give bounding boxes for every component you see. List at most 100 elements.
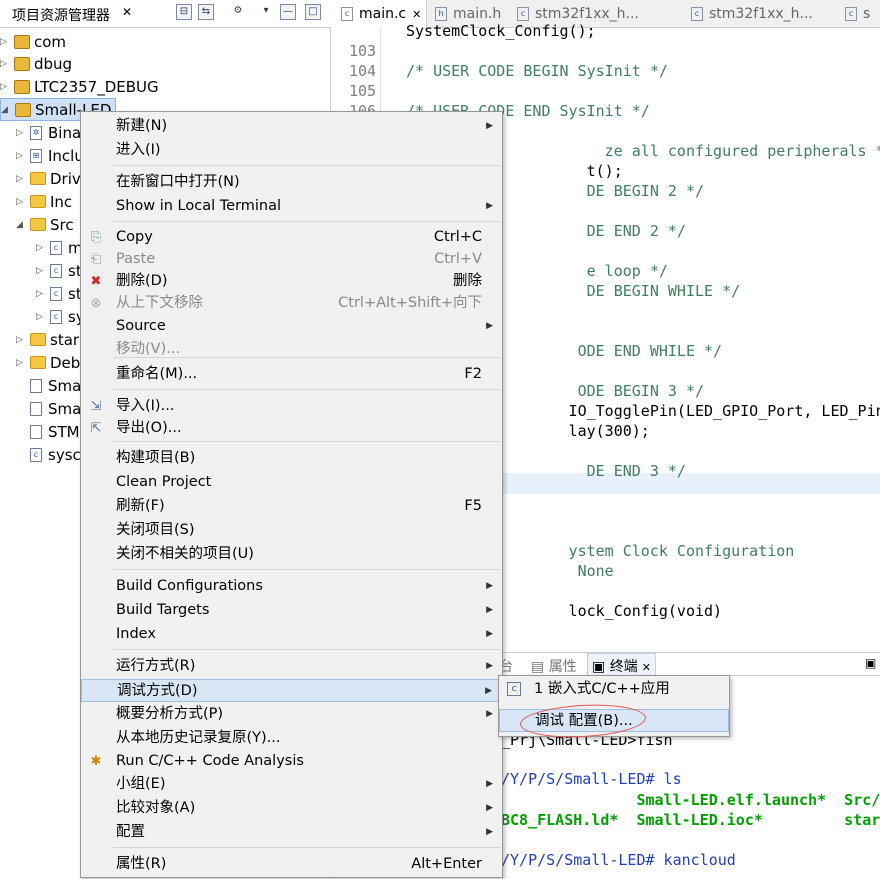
- menu-separator: [113, 847, 501, 848]
- menu-item-label: 重命名(M)...: [116, 366, 198, 382]
- tree-item-includes[interactable]: ▷ ⊞ Inclu: [16, 144, 84, 167]
- menu-item-build-configurations[interactable]: Build Configurations ▶: [81, 575, 502, 598]
- close-icon[interactable]: ✕: [122, 5, 132, 19]
- expand-arrow-icon[interactable]: ▷: [0, 37, 10, 47]
- explorer-tab[interactable]: 项目资源管理器 ✕ ⊟ ⇆ ⚙ ▾ — □: [0, 0, 331, 28]
- binaries-icon: ✲: [30, 125, 42, 140]
- menu-item-compare-with[interactable]: 比较对象(A) ▶: [81, 797, 502, 820]
- menu-item-copy[interactable]: ⎘ Copy Ctrl+C: [81, 226, 502, 249]
- menu-item-label: Source: [116, 318, 166, 334]
- menu-item-clean-project[interactable]: Clean Project: [81, 471, 502, 494]
- close-icon[interactable]: ✕: [642, 661, 651, 674]
- menu-item-show-in-local-terminal[interactable]: Show in Local Terminal ▶: [81, 195, 502, 218]
- tree-item-startup[interactable]: ▷ star: [16, 328, 79, 351]
- tree-item-ltc2357[interactable]: ▷ LTC2357_DEBUG: [0, 75, 159, 98]
- collapse-arrow-icon[interactable]: ◢: [1, 105, 11, 115]
- tree-item-inc[interactable]: ▷ Inc: [16, 190, 72, 213]
- tree-item-file[interactable]: STM: [30, 420, 80, 443]
- menu-item-refresh[interactable]: 刷新(F) F5: [81, 495, 502, 518]
- expand-arrow-icon[interactable]: ▷: [36, 312, 46, 322]
- menu-separator: [113, 389, 501, 390]
- tab-stm32-2[interactable]: c stm32f1xx_h...: [687, 0, 842, 28]
- expand-arrow-icon[interactable]: ▷: [16, 151, 26, 161]
- h-file-icon: h: [435, 7, 447, 21]
- menu-item-import[interactable]: ⇲ 导入(I)...: [81, 395, 502, 418]
- menu-item-source[interactable]: Source ▶: [81, 315, 502, 338]
- menu-item-shortcut: F5: [464, 498, 482, 514]
- tree-item-dbug[interactable]: ▷ dbug: [0, 52, 72, 75]
- tab-more[interactable]: cs: [841, 0, 880, 28]
- menu-item-build-targets[interactable]: Build Targets ▶: [81, 599, 502, 622]
- menu-item-go-into[interactable]: 进入(I): [81, 139, 502, 162]
- menu-item-run-code-analysis[interactable]: ✱ Run C/C++ Code Analysis: [81, 750, 502, 773]
- collapse-all-icon[interactable]: ⊟: [176, 4, 192, 20]
- menu-item-close-project[interactable]: 关闭项目(S): [81, 519, 502, 542]
- menu-item-build-project[interactable]: 构建项目(B): [81, 447, 502, 470]
- line-number: 104: [349, 62, 377, 80]
- menu-item-debug-as[interactable]: 调试方式(D) ▶: [81, 679, 502, 702]
- menu-item-shortcut: Ctrl+V: [434, 251, 482, 267]
- menu-item-label: Build Targets: [116, 602, 210, 618]
- tree-item-debug[interactable]: ▷ Deb: [16, 351, 80, 374]
- minimize-icon[interactable]: —: [280, 4, 296, 20]
- menu-item-close-unrelated-projects[interactable]: 关闭不相关的项目(U): [81, 543, 502, 566]
- view-menu-icon[interactable]: ▣: [865, 656, 876, 670]
- menu-item-run-as[interactable]: 运行方式(R) ▶: [81, 655, 502, 678]
- tree-item-main-c[interactable]: ▷ c m: [36, 236, 83, 259]
- submenu-embedded-c-app[interactable]: c 1 嵌入式C/C++应用: [499, 678, 729, 701]
- expand-arrow-icon[interactable]: ▷: [36, 289, 46, 299]
- expand-arrow-icon[interactable]: ▷: [16, 335, 26, 345]
- menu-item-rename[interactable]: 重命名(M)... F2: [81, 363, 502, 386]
- expand-arrow-icon[interactable]: ▷: [0, 82, 10, 92]
- maximize-icon[interactable]: □: [305, 4, 321, 20]
- terminal-line: /Y/P/S/Small-LED# kancloud: [501, 851, 736, 869]
- collapse-arrow-icon[interactable]: ◢: [16, 220, 26, 230]
- menu-item-label: Build Configurations: [116, 578, 263, 594]
- menu-item-new[interactable]: 新建(N) ▶: [81, 115, 502, 138]
- expand-arrow-icon[interactable]: ▷: [16, 197, 26, 207]
- expand-arrow-icon[interactable]: ▷: [36, 266, 46, 276]
- tree-item-label: sysc: [48, 445, 81, 464]
- menu-item-paste: ⎗ Paste Ctrl+V: [81, 248, 502, 271]
- export-icon: ⇱: [90, 421, 102, 436]
- menu-item-properties[interactable]: 属性(R) Alt+Enter: [81, 853, 502, 876]
- menu-item-export[interactable]: ⇱ 导出(O)...: [81, 417, 502, 440]
- tree-item-file[interactable]: ▷ c st: [36, 282, 82, 305]
- link-editor-icon[interactable]: ⇆: [198, 4, 214, 20]
- tree-item-com[interactable]: ▷ com: [0, 30, 66, 53]
- view-menu-chevron-down-icon[interactable]: ▾: [258, 4, 274, 20]
- properties-icon: ▤: [531, 659, 549, 675]
- c-file-icon: c: [50, 286, 62, 301]
- filter-icon[interactable]: ⚙: [230, 4, 246, 20]
- menu-item-label: 在新窗口中打开(N): [116, 174, 240, 190]
- menu-item-restore-from-local-history[interactable]: 从本地历史记录复原(Y)...: [81, 727, 502, 750]
- expand-arrow-icon[interactable]: ▷: [16, 128, 26, 138]
- code-line: SystemClock_Config();: [406, 22, 596, 40]
- tree-item-binaries[interactable]: ▷ ✲ Bina: [16, 121, 81, 144]
- expand-arrow-icon[interactable]: ▷: [16, 174, 26, 184]
- menu-item-profile-as[interactable]: 概要分析方式(P) ▶: [81, 703, 502, 726]
- close-icon[interactable]: ✕: [412, 8, 421, 21]
- submenu-arrow-icon: ▶: [486, 629, 493, 639]
- menu-item-label: 小组(E): [116, 776, 166, 792]
- menu-item-index[interactable]: Index ▶: [81, 623, 502, 646]
- expand-arrow-icon[interactable]: ▷: [0, 59, 10, 69]
- tree-item-file[interactable]: ▷ c sy: [36, 305, 85, 328]
- tab-terminal[interactable]: ▣ 终端 ✕: [587, 653, 656, 676]
- tab-properties[interactable]: ▤ 属性: [531, 656, 577, 676]
- tree-item-file[interactable]: Sma: [30, 397, 81, 420]
- menu-item-team[interactable]: 小组(E) ▶: [81, 773, 502, 796]
- expand-arrow-icon[interactable]: ▷: [36, 243, 46, 253]
- tree-item-file[interactable]: c sysc: [30, 443, 81, 466]
- tree-item-src[interactable]: ◢ Src: [16, 213, 74, 236]
- menu-item-delete[interactable]: ✖ 删除(D) 删除: [81, 270, 502, 293]
- tree-item-file[interactable]: Sma: [30, 374, 81, 397]
- tree-item-drivers[interactable]: ▷ Driv: [16, 167, 81, 190]
- expand-arrow-icon[interactable]: ▷: [16, 358, 26, 368]
- menu-separator: [113, 165, 501, 166]
- menu-item-open-in-new-window[interactable]: 在新窗口中打开(N): [81, 171, 502, 194]
- tree-item-file[interactable]: ▷ c st: [36, 259, 82, 282]
- menu-item-remove-from-context: ⊗ 从上下文移除 Ctrl+Alt+Shift+向下: [81, 292, 502, 315]
- menu-item-configure[interactable]: 配置 ▶: [81, 821, 502, 844]
- tree-item-label: com: [34, 32, 67, 51]
